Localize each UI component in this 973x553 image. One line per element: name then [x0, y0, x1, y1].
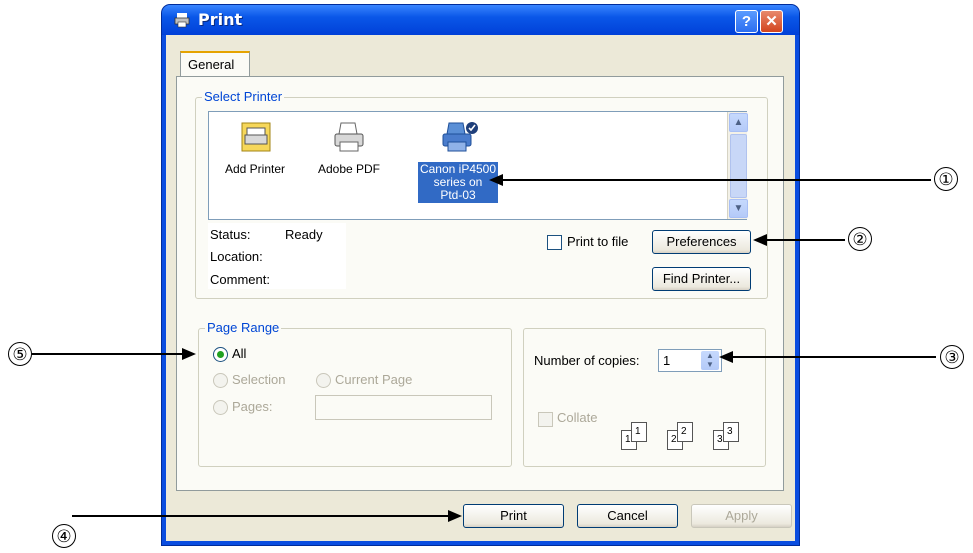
- callout-line: [733, 356, 936, 358]
- callout-arrowhead: [719, 351, 733, 363]
- all-label: All: [232, 346, 247, 361]
- callout-arrowhead: [753, 234, 767, 246]
- callout-line: [72, 515, 450, 517]
- current-page-radio[interactable]: [316, 373, 331, 388]
- scroll-up-button[interactable]: ▲: [729, 113, 748, 132]
- copies-input[interactable]: 1 ▲ ▼: [658, 349, 722, 372]
- status-label: Status:: [210, 227, 251, 242]
- find-printer-button[interactable]: Find Printer...: [652, 267, 751, 291]
- default-printer-icon: [442, 122, 478, 152]
- callout-3: ③: [940, 345, 964, 369]
- add-printer-icon: [241, 122, 271, 152]
- location-label: Location:: [210, 249, 263, 264]
- printer-list-scrollbar[interactable]: ▲ ▼: [727, 112, 748, 219]
- page-range-legend: Page Range: [205, 320, 282, 335]
- callout-line: [767, 239, 845, 241]
- print-to-file-checkbox[interactable]: [547, 235, 562, 250]
- callout-arrowhead: [448, 510, 462, 522]
- pages-label: Pages:: [232, 399, 273, 414]
- selection-label: Selection: [232, 372, 286, 387]
- callout-2: ②: [848, 227, 872, 251]
- collate-page: 3: [723, 422, 739, 442]
- scroll-down-button[interactable]: ▼: [729, 199, 748, 218]
- pages-input[interactable]: [315, 395, 492, 420]
- pages-radio[interactable]: [213, 400, 228, 415]
- print-button[interactable]: Print: [463, 504, 564, 528]
- printer-label-selected: Canon iP4500 series on Ptd-03: [418, 162, 498, 203]
- apply-button[interactable]: Apply: [691, 504, 792, 528]
- callout-line: [32, 353, 182, 355]
- scroll-thumb[interactable]: [730, 134, 747, 198]
- callout-line: [503, 179, 931, 181]
- callout-4: ④: [52, 524, 76, 548]
- preferences-button[interactable]: Preferences: [652, 230, 751, 254]
- copies-spinner[interactable]: ▲ ▼: [701, 351, 719, 370]
- current-page-label: Current Page: [335, 372, 413, 387]
- window-title: Print: [198, 10, 243, 29]
- print-dialog: Print ? ✕ General Select Printer Add Pri…: [162, 5, 799, 545]
- collate-page: 2: [677, 422, 693, 442]
- tab-label: General: [188, 57, 235, 72]
- dialog-body: General Select Printer Add Printer Adobe…: [166, 35, 795, 541]
- printer-item-canon[interactable]: Canon iP4500 series on Ptd-03: [415, 118, 501, 214]
- printer-label: Adobe PDF: [317, 162, 381, 176]
- printer-label-line: Ptd-03: [440, 188, 476, 202]
- select-printer-legend: Select Printer: [202, 89, 285, 104]
- callout-5: ⑤: [8, 342, 32, 366]
- comment-label: Comment:: [210, 272, 270, 287]
- printer-icon: [334, 122, 364, 152]
- tab-panel-general: Select Printer Add Printer Adobe PDF Can…: [176, 76, 784, 491]
- callout-arrowhead: [489, 174, 503, 186]
- help-button[interactable]: ?: [735, 10, 758, 33]
- close-button[interactable]: ✕: [760, 10, 783, 33]
- cancel-button[interactable]: Cancel: [577, 504, 678, 528]
- all-radio[interactable]: [213, 347, 228, 362]
- printer-item-adobe-pdf[interactable]: Adobe PDF: [309, 118, 389, 208]
- copies-value: 1: [663, 353, 671, 368]
- number-of-copies-label: Number of copies:: [534, 353, 640, 368]
- print-to-file-label: Print to file: [567, 234, 629, 249]
- printer-icon: [174, 13, 190, 28]
- printer-info-panel: Status: Ready Location: Comment:: [208, 223, 346, 289]
- collate-page: 1: [631, 422, 647, 442]
- callout-arrowhead: [182, 348, 196, 360]
- printer-item-add-printer[interactable]: Add Printer: [215, 118, 295, 208]
- callout-1: ①: [934, 167, 958, 191]
- tab-general[interactable]: General: [180, 51, 250, 77]
- selection-radio[interactable]: [213, 373, 228, 388]
- collate-label: Collate: [557, 410, 598, 425]
- title-bar[interactable]: Print ? ✕: [162, 5, 799, 35]
- collate-illustration: 1 1 2 2 3 3: [621, 412, 761, 454]
- status-value: Ready: [285, 227, 323, 242]
- printer-label: Add Printer: [224, 162, 286, 176]
- collate-checkbox[interactable]: [538, 412, 553, 427]
- printer-list[interactable]: Add Printer Adobe PDF Canon iP4500 serie…: [208, 111, 748, 220]
